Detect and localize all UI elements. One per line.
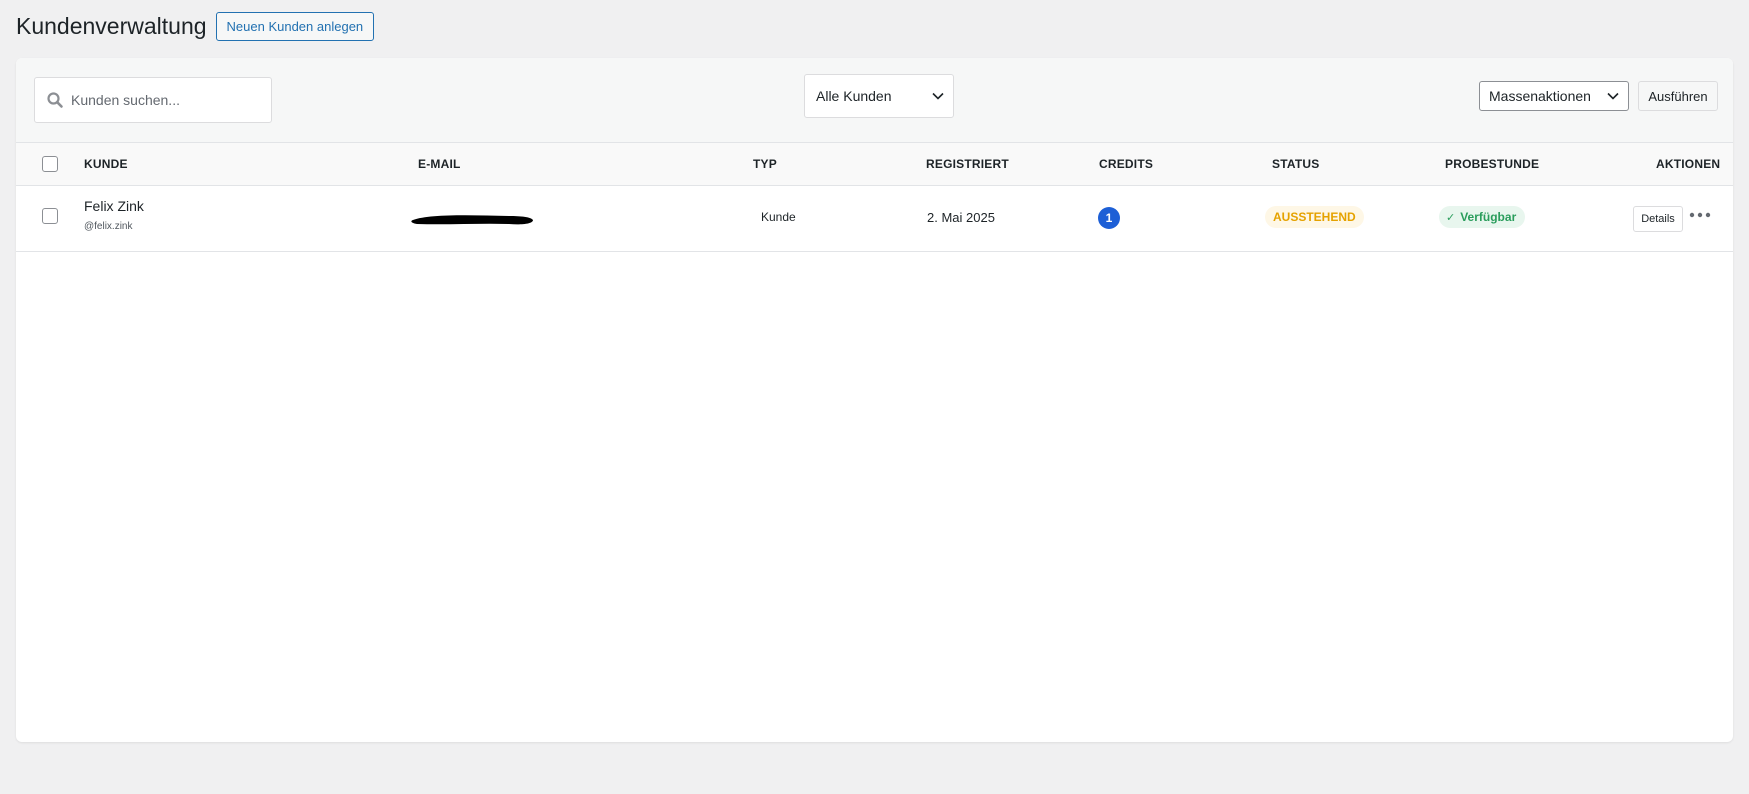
column-header-typ: Typ (753, 157, 777, 171)
bulk-actions-select[interactable]: Massenaktionen (1479, 81, 1629, 111)
column-header-status: Status (1272, 157, 1320, 171)
check-icon: ✓ (1446, 212, 1456, 224)
registered-date: 2. Mai 2025 (927, 210, 995, 225)
table-header: Kunde E-Mail Typ Registriert Credits Sta… (16, 143, 1733, 186)
page-header: Kundenverwaltung Neuen Kunden anlegen (16, 12, 375, 41)
trial-label: Verfügbar (1460, 210, 1517, 224)
customer-panel: Alle Kunden Massenaktionen Ausführen Kun… (16, 58, 1733, 742)
trial-badge: ✓ Verfügbar (1439, 206, 1526, 228)
row-checkbox[interactable] (42, 208, 58, 224)
more-horizontal-icon[interactable] (1689, 211, 1711, 219)
column-header-credits: Credits (1099, 157, 1154, 171)
redacted-email-mask (411, 215, 533, 225)
column-header-aktionen: Aktionen (1656, 157, 1721, 171)
filter-selected-value: Alle Kunden (816, 88, 892, 104)
chevron-down-icon (1607, 92, 1619, 100)
page-title: Kundenverwaltung (16, 13, 207, 39)
select-all-checkbox[interactable] (42, 156, 58, 172)
add-customer-button[interactable]: Neuen Kunden anlegen (215, 12, 375, 41)
customer-username: @felix.zink (84, 221, 133, 232)
bulk-selected-value: Massenaktionen (1489, 88, 1591, 104)
status-badge: AUSSTEHEND (1265, 206, 1364, 228)
column-header-registriert: Registriert (926, 157, 1009, 171)
table-row: Felix Zink @felix.zink Kunde 2. Mai 2025… (16, 186, 1733, 252)
apply-bulk-action-button[interactable]: Ausführen (1638, 81, 1718, 111)
column-header-email: E-Mail (418, 157, 461, 171)
table-toolbar: Alle Kunden Massenaktionen Ausführen (16, 58, 1733, 143)
search-icon (47, 92, 63, 108)
column-header-kunde: Kunde (84, 157, 128, 171)
search-input[interactable] (70, 78, 266, 122)
customer-filter-select[interactable]: Alle Kunden (804, 74, 954, 118)
customer-type: Kunde (761, 210, 796, 224)
chevron-down-icon (932, 92, 944, 100)
search-box[interactable] (34, 77, 272, 123)
column-header-probestunde: Probestunde (1445, 157, 1540, 171)
customer-name: Felix Zink (84, 198, 144, 214)
credits-badge: 1 (1098, 207, 1120, 229)
details-button[interactable]: Details (1633, 206, 1683, 232)
